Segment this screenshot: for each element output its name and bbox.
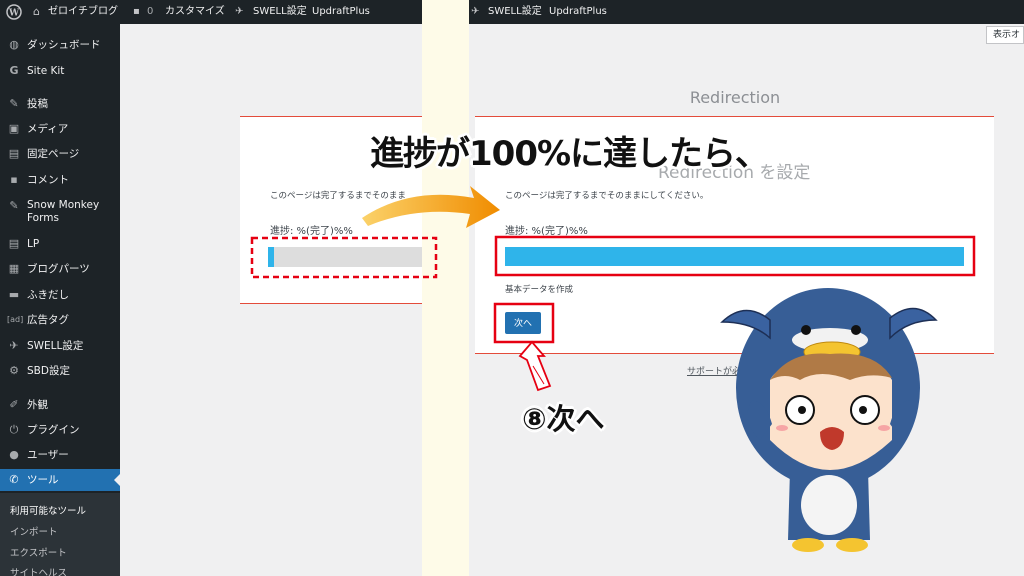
sidebar-item-ad-tag[interactable]: [ad] 広告タグ [0, 309, 120, 331]
annotation-step-label: ⑧次へ [522, 402, 605, 436]
brush-icon: ✐ [9, 398, 19, 411]
sidebar-item-tools[interactable]: ✆ ツール [0, 469, 120, 491]
annotation-headline: 進捗が100%に達したら、 [370, 134, 769, 174]
sidebar-item-balloon[interactable]: ▬ ふきだし [0, 284, 120, 306]
sidebar-item-label: 固定ページ [27, 148, 80, 160]
sidebar-item-lp[interactable]: ▤ LP [0, 233, 120, 255]
before-progress-label: 進捗: %(完了)%% [270, 226, 353, 237]
customize-link[interactable]: カスタマイズ [165, 0, 225, 24]
sidebar-item-users[interactable]: ● ユーザー [0, 444, 120, 466]
submenu-export[interactable]: エクスポート [10, 545, 67, 559]
swell-settings-link[interactable]: SWELL設定 [253, 0, 307, 24]
page-icon: ▤ [8, 237, 20, 250]
swell-icon: ✈ [9, 339, 19, 352]
after-description: このページは完了するまでそのままにしてください。 [505, 191, 709, 201]
sidebar-item-label: 広告タグ [27, 314, 69, 326]
status-text: 基本データを作成 [505, 285, 574, 295]
svg-text:W: W [8, 9, 20, 19]
sidebar-item-label: LP [27, 238, 40, 250]
comments-count[interactable]: 0 [147, 0, 153, 24]
site-kit-icon: G [9, 64, 19, 77]
mascot-illustration [720, 288, 938, 552]
sidebar-item-dashboard[interactable]: ◍ ダッシュボード [0, 34, 120, 56]
sidebar-item-label: ツール [27, 474, 59, 486]
user-icon: ● [9, 448, 19, 461]
gear-icon: ⚙ [9, 364, 19, 377]
sidebar-item-site-kit[interactable]: G Site Kit [0, 60, 120, 82]
sidebar-item-snow-monkey-forms[interactable]: ✎ Snow Monkey Forms [0, 197, 120, 227]
before-progress-fill [268, 247, 275, 267]
sidebar-item-label: 投稿 [27, 98, 48, 110]
sidebar-item-label: SWELL設定 [27, 340, 84, 352]
sidebar-item-label: Snow Monkey Forms [27, 199, 100, 224]
sidebar-item-media[interactable]: ▣ メディア [0, 118, 120, 140]
updraft-link-right[interactable]: UpdraftPlus [549, 0, 607, 24]
sidebar-item-posts[interactable]: ✎ 投稿 [0, 93, 120, 115]
swell-icon-right: ✈ [471, 6, 480, 17]
dashboard-icon: ◍ [9, 38, 19, 51]
balloon-icon: ▬ [8, 288, 20, 301]
comment-icon[interactable]: ▪ [133, 0, 140, 24]
sidebar-item-label: Site Kit [27, 65, 65, 77]
sidebar-item-label: プラグイン [27, 424, 80, 436]
swell-icon: ✈ [235, 6, 244, 17]
screen-options-button[interactable]: 表示オ [986, 26, 1024, 44]
comment-icon: ▪ [10, 173, 18, 186]
sidebar-item-sbd-settings[interactable]: ⚙ SBD設定 [0, 360, 120, 382]
before-description: このページは完了するまでそのまま [270, 191, 406, 201]
sidebar-item-label: ふきだし [27, 289, 69, 301]
sidebar-item-blog-parts[interactable]: ▦ ブログパーツ [0, 258, 120, 280]
admin-sidebar: ◍ ダッシュボード G Site Kit ✎ 投稿 ▣ メディア ▤ 固定ページ… [0, 24, 120, 576]
before-progress-bar [268, 247, 422, 267]
admin-bar: W ⌂ ゼロイチブログ ▪ 0 カスタマイズ ✈ SWELL設定 Updraft… [0, 0, 1024, 24]
plugin-icon: ⏻ [9, 423, 19, 436]
sidebar-item-label: 外観 [27, 399, 48, 411]
sidebar-item-comments[interactable]: ▪ コメント [0, 169, 120, 191]
sidebar-item-swell-settings[interactable]: ✈ SWELL設定 [0, 335, 120, 357]
after-progress-bar [505, 247, 964, 266]
sidebar-item-label: ブログパーツ [27, 263, 90, 275]
sidebar-item-label: コメント [27, 174, 69, 186]
after-progress-label: 進捗: %(完了)%% [505, 226, 588, 237]
tools-submenu: 利用可能なツール インポート エクスポート サイトヘルス [0, 493, 120, 576]
submenu-site-health[interactable]: サイトヘルス [10, 565, 67, 576]
blocks-icon: ▦ [8, 262, 20, 275]
next-button[interactable]: 次へ [505, 312, 541, 334]
pin-icon: ✎ [9, 199, 19, 212]
ad-icon: [ad] [7, 315, 24, 324]
after-progress-fill [505, 247, 964, 266]
updraft-link[interactable]: UpdraftPlus [312, 0, 370, 24]
sidebar-item-label: ユーザー [27, 449, 69, 461]
submenu-import[interactable]: インポート [10, 524, 58, 538]
sidebar-item-label: SBD設定 [27, 365, 70, 377]
sidebar-item-plugins[interactable]: ⏻ プラグイン [0, 419, 120, 441]
page-icon: ▤ [8, 147, 20, 160]
sidebar-item-label: メディア [27, 123, 69, 135]
active-indicator [114, 474, 120, 486]
sidebar-item-appearance[interactable]: ✐ 外観 [0, 394, 120, 416]
submenu-available-tools[interactable]: 利用可能なツール [10, 503, 86, 517]
site-name-link[interactable]: ゼロイチブログ [48, 0, 118, 24]
home-icon[interactable]: ⌂ [33, 0, 40, 24]
swell-settings-link-right[interactable]: SWELL設定 [488, 0, 542, 24]
sidebar-item-pages[interactable]: ▤ 固定ページ [0, 143, 120, 165]
media-icon: ▣ [8, 122, 20, 135]
separator-strip [422, 0, 469, 576]
sidebar-item-label: ダッシュボード [27, 39, 101, 51]
wrench-icon: ✆ [9, 473, 19, 486]
pin-icon: ✎ [9, 97, 19, 110]
page-title: Redirection [689, 88, 781, 107]
wordpress-logo-icon[interactable]: W [6, 4, 22, 20]
